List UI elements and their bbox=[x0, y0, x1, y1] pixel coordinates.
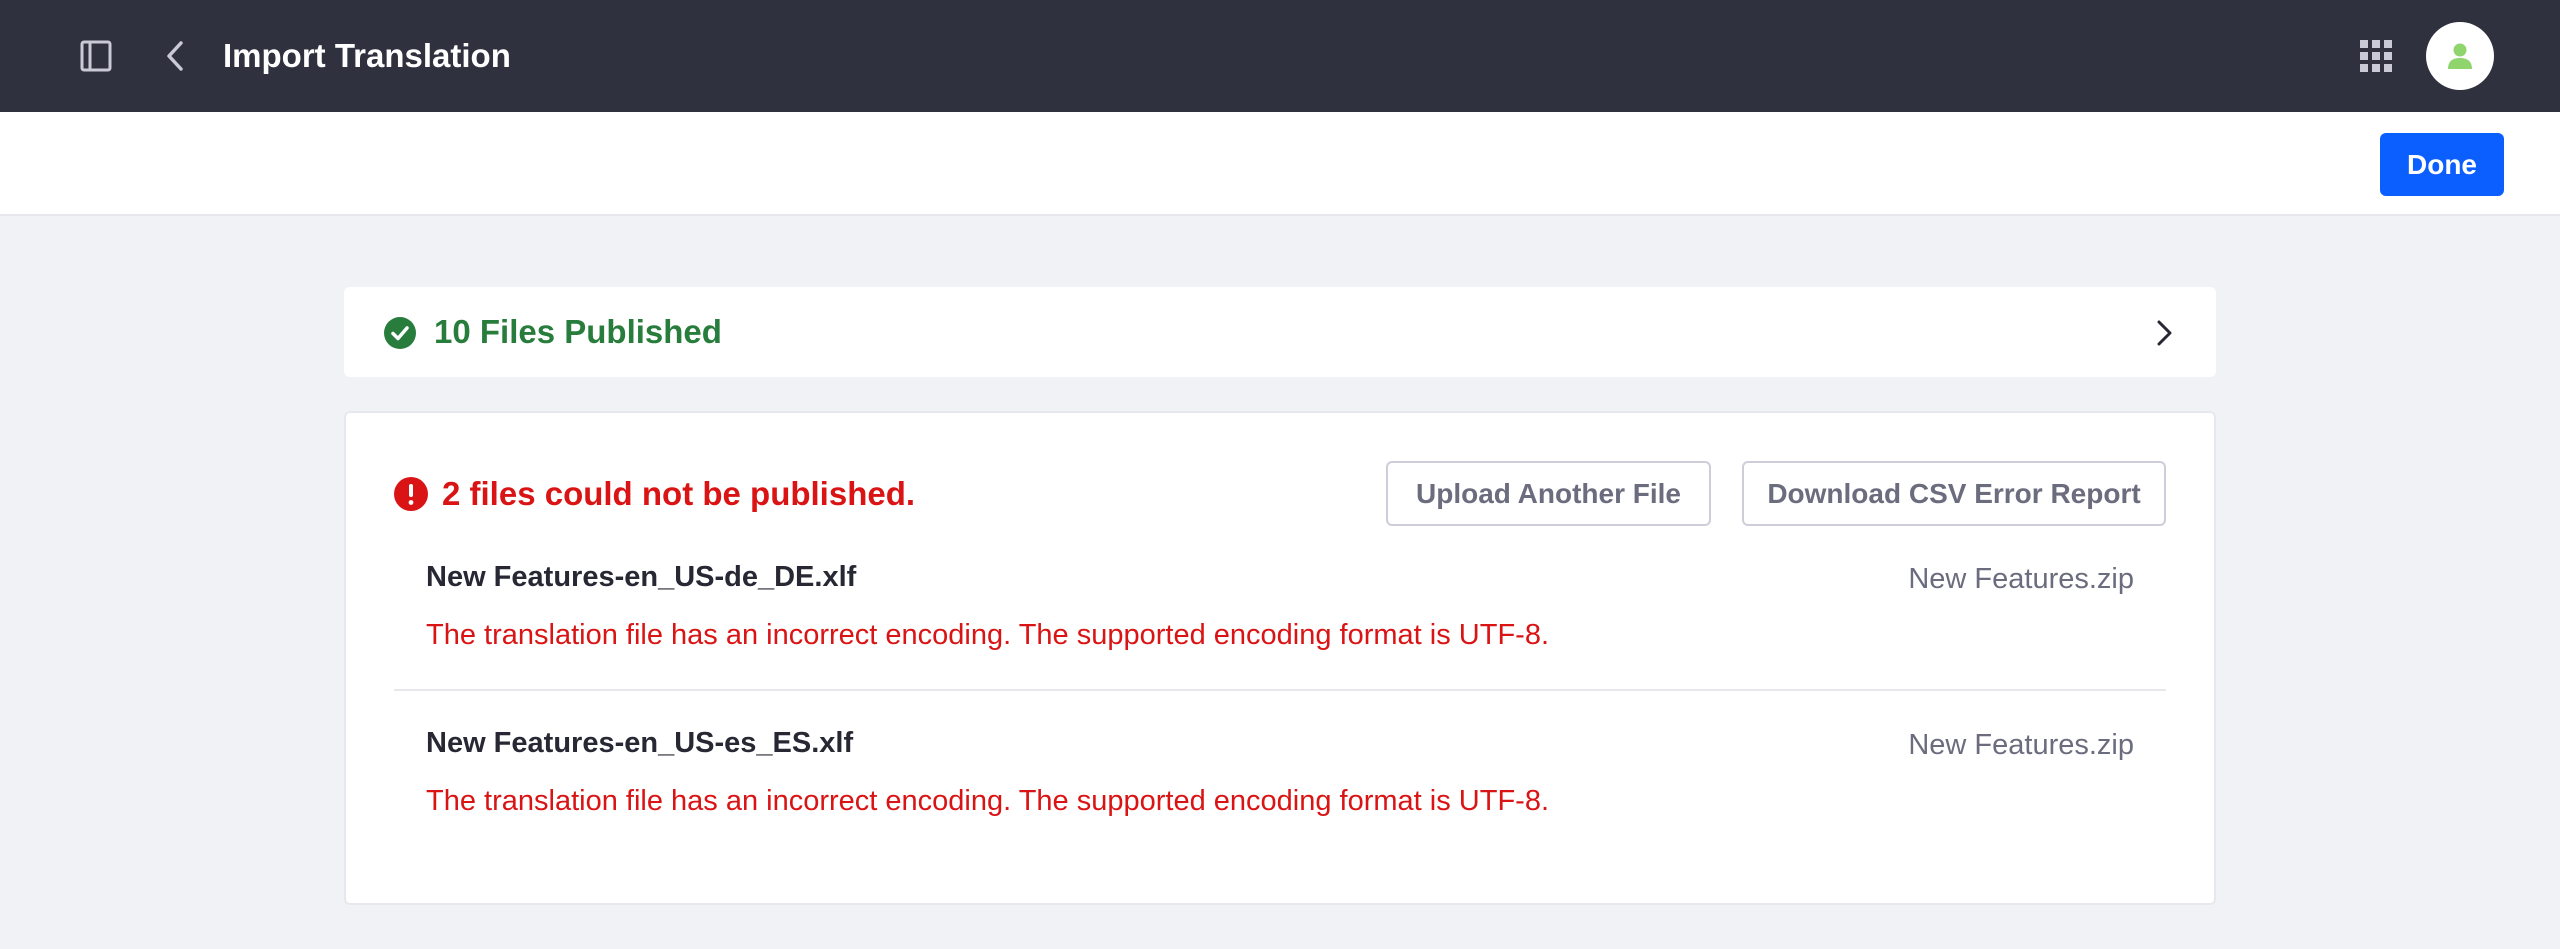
file-name: New Features-en_US-de_DE.xlf bbox=[426, 561, 857, 593]
check-circle-icon bbox=[384, 317, 416, 349]
user-avatar-icon[interactable] bbox=[2426, 22, 2494, 90]
published-files-panel[interactable]: 10 Files Published bbox=[344, 287, 2216, 377]
chevron-left-icon[interactable] bbox=[148, 28, 204, 84]
download-csv-error-report-button[interactable]: Download CSV Error Report bbox=[1742, 461, 2166, 526]
file-name: New Features-en_US-es_ES.xlf bbox=[426, 727, 854, 759]
sidebar-panel-icon[interactable] bbox=[68, 28, 124, 84]
chevron-right-icon[interactable] bbox=[2148, 317, 2180, 349]
grid-apps-icon[interactable] bbox=[2348, 28, 2404, 84]
divider bbox=[394, 689, 2166, 691]
error-title: 2 files could not be published. bbox=[442, 475, 916, 512]
failed-file-item: New Features-en_US-de_DE.xlf New Feature… bbox=[394, 559, 2166, 699]
done-button[interactable]: Done bbox=[2380, 133, 2504, 196]
error-message: The translation file has an incorrect en… bbox=[426, 785, 1549, 817]
publish-errors-panel: 2 files could not be published. Upload A… bbox=[344, 411, 2216, 905]
error-message: The translation file has an incorrect en… bbox=[426, 619, 1549, 651]
published-count-label: 10 Files Published bbox=[434, 313, 722, 350]
upload-another-file-button[interactable]: Upload Another File bbox=[1386, 461, 1711, 526]
exclamation-circle-icon bbox=[394, 477, 428, 511]
file-source: New Features.zip bbox=[1908, 729, 2134, 761]
failed-file-item: New Features-en_US-es_ES.xlf New Feature… bbox=[394, 725, 2166, 845]
file-source: New Features.zip bbox=[1908, 563, 2134, 595]
top-navigation-bar: Import Translation bbox=[0, 0, 2560, 112]
management-toolbar: Done bbox=[0, 112, 2560, 216]
page-title: Import Translation bbox=[223, 37, 511, 74]
